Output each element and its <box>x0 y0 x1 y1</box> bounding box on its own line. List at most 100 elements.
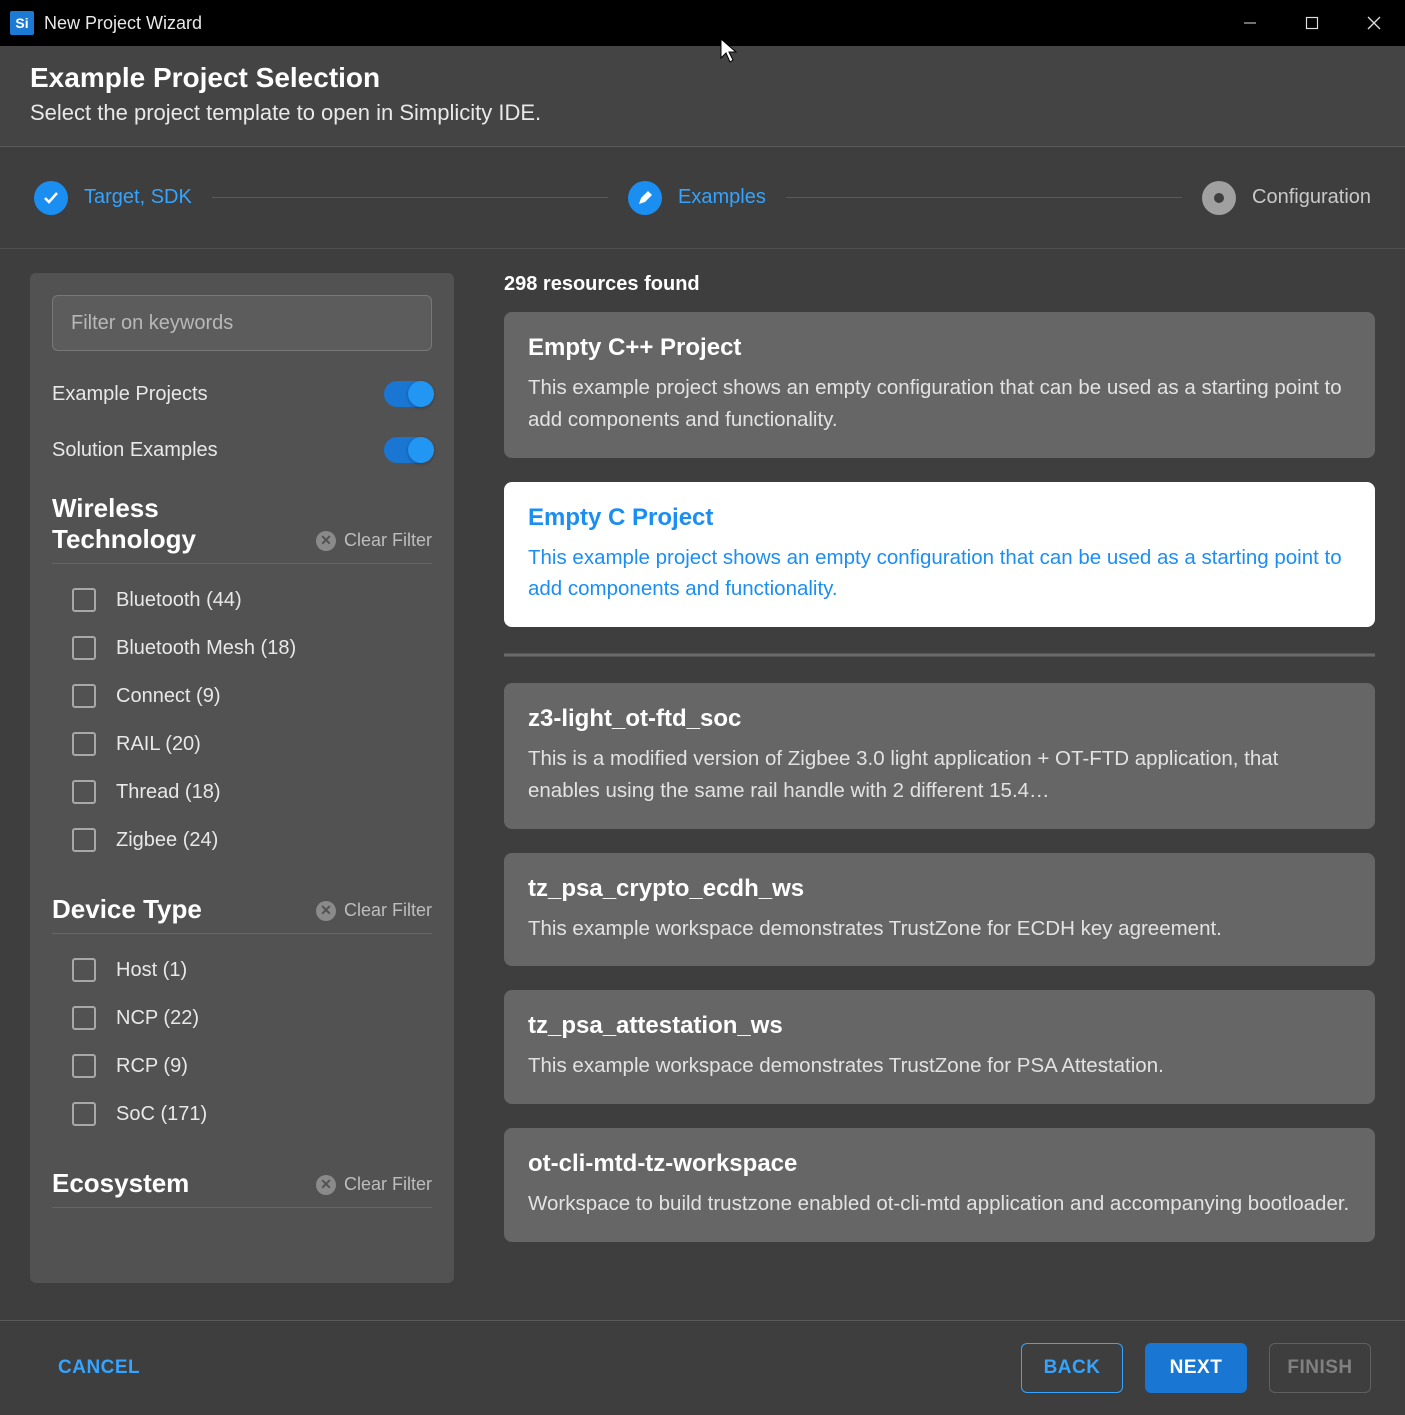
filter-item[interactable]: Host (1) <box>52 946 432 994</box>
main-content: Example Projects Solution Examples Wirel… <box>0 249 1405 1349</box>
card-title: Empty C++ Project <box>528 334 1351 362</box>
filter-group: Device Type ✕ Clear Filter Host (1) NCP (22)… <box>52 894 432 1138</box>
toggle-switch[interactable] <box>384 381 432 407</box>
card-description: This example workspace demonstrates Trus… <box>528 1050 1351 1082</box>
checkbox[interactable] <box>72 1102 96 1126</box>
edit-icon <box>628 181 662 215</box>
filter-item[interactable]: Bluetooth (44) <box>52 576 432 624</box>
checkbox[interactable] <box>72 780 96 804</box>
result-card[interactable]: z3-light_ot-ftd_soc This is a modified ve… <box>504 683 1375 829</box>
stepper-line <box>212 197 608 198</box>
card-description: This example workspace demonstrates Trus… <box>528 913 1351 945</box>
filter-item[interactable]: RCP (9) <box>52 1042 432 1090</box>
card-title: ot-cli-mtd-tz-workspace <box>528 1150 1351 1178</box>
clear-filter-button[interactable]: ✕ Clear Filter <box>316 1174 432 1195</box>
checkbox[interactable] <box>72 1006 96 1030</box>
keyword-filter-input[interactable] <box>52 295 432 351</box>
cancel-button[interactable]: CANCEL <box>34 1343 164 1393</box>
window-title: New Project Wizard <box>44 13 202 34</box>
step-examples[interactable]: Examples <box>628 181 766 215</box>
toggle-label: Example Projects <box>52 383 208 406</box>
next-button[interactable]: NEXT <box>1145 1343 1247 1393</box>
close-icon: ✕ <box>316 531 336 551</box>
filter-item-label: RCP (9) <box>116 1055 188 1078</box>
filter-item[interactable]: Bluetooth Mesh (18) <box>52 624 432 672</box>
clear-filter-label: Clear Filter <box>344 1174 432 1195</box>
filter-group: Ecosystem ✕ Clear Filter <box>52 1168 432 1220</box>
step-configuration: Configuration <box>1202 181 1371 215</box>
checkbox[interactable] <box>72 684 96 708</box>
step-label: Examples <box>678 186 766 209</box>
finish-button: FINISH <box>1269 1343 1371 1393</box>
check-icon <box>34 181 68 215</box>
clear-filter-label: Clear Filter <box>344 530 432 551</box>
card-title: tz_psa_attestation_ws <box>528 1012 1351 1040</box>
card-title: Empty C Project <box>528 504 1351 532</box>
checkbox[interactable] <box>72 732 96 756</box>
filter-item-label: Host (1) <box>116 959 187 982</box>
filter-item-label: Thread (18) <box>116 781 221 804</box>
filter-item[interactable]: Zigbee (24) <box>52 816 432 864</box>
filter-group-title: Ecosystem <box>52 1168 189 1199</box>
checkbox[interactable] <box>72 958 96 982</box>
stepper: Target, SDK Examples Configuration <box>0 147 1405 249</box>
checkbox[interactable] <box>72 588 96 612</box>
result-card[interactable]: tz_psa_attestation_ws This example worksp… <box>504 990 1375 1104</box>
card-description: Workspace to build trustzone enabled ot-… <box>528 1188 1351 1220</box>
close-button[interactable] <box>1343 0 1405 46</box>
filter-group-title: Device Type <box>52 894 202 925</box>
titlebar: Si New Project Wizard <box>0 0 1405 46</box>
results-panel: 298 resources found Empty C++ Project Thi… <box>504 273 1375 1349</box>
header: Example Project Selection Select the pro… <box>0 46 1405 147</box>
filter-item[interactable]: Thread (18) <box>52 768 432 816</box>
maximize-button[interactable] <box>1281 0 1343 46</box>
back-button[interactable]: BACK <box>1021 1343 1123 1393</box>
separator <box>504 653 1375 657</box>
result-card[interactable]: Empty C++ Project This example project sh… <box>504 312 1375 458</box>
stepper-line <box>786 197 1182 198</box>
clear-filter-label: Clear Filter <box>344 900 432 921</box>
step-label: Target, SDK <box>84 186 192 209</box>
card-description: This example project shows an empty conf… <box>528 542 1351 606</box>
close-icon: ✕ <box>316 901 336 921</box>
checkbox[interactable] <box>72 828 96 852</box>
page-subtitle: Select the project template to open in S… <box>30 100 1375 126</box>
card-title: z3-light_ot-ftd_soc <box>528 705 1351 733</box>
filter-group-title: Wireless Technology <box>52 493 280 555</box>
card-title: tz_psa_crypto_ecdh_ws <box>528 875 1351 903</box>
checkbox[interactable] <box>72 636 96 660</box>
close-icon: ✕ <box>316 1175 336 1195</box>
filter-item-label: Bluetooth Mesh (18) <box>116 637 296 660</box>
toggle-solution-examples[interactable]: Solution Examples <box>52 437 432 463</box>
page-title: Example Project Selection <box>30 62 1375 94</box>
step-label: Configuration <box>1252 186 1371 209</box>
app-logo: Si <box>10 11 34 35</box>
step-target-sdk[interactable]: Target, SDK <box>34 181 192 215</box>
results-list: Empty C++ Project This example project sh… <box>504 312 1375 1242</box>
filter-item[interactable]: RAIL (20) <box>52 720 432 768</box>
toggle-label: Solution Examples <box>52 439 218 462</box>
card-description: This example project shows an empty conf… <box>528 372 1351 436</box>
footer: CANCEL BACK NEXT FINISH <box>0 1320 1405 1415</box>
toggle-switch[interactable] <box>384 437 432 463</box>
filter-item-label: SoC (171) <box>116 1103 207 1126</box>
result-card[interactable]: tz_psa_crypto_ecdh_ws This example worksp… <box>504 853 1375 967</box>
filter-item-label: Connect (9) <box>116 685 221 708</box>
filter-item-label: Bluetooth (44) <box>116 589 242 612</box>
checkbox[interactable] <box>72 1054 96 1078</box>
filter-panel: Example Projects Solution Examples Wirel… <box>30 273 454 1283</box>
filter-item[interactable]: SoC (171) <box>52 1090 432 1138</box>
results-count: 298 resources found <box>504 273 1375 296</box>
filter-item[interactable]: Connect (9) <box>52 672 432 720</box>
pending-icon <box>1202 181 1236 215</box>
result-card[interactable]: ot-cli-mtd-tz-workspace Workspace to buil… <box>504 1128 1375 1242</box>
toggle-example-projects[interactable]: Example Projects <box>52 381 432 407</box>
clear-filter-button[interactable]: ✕ Clear Filter <box>316 530 432 551</box>
filter-group: Wireless Technology ✕ Clear Filter Bluetoot… <box>52 493 432 864</box>
card-description: This is a modified version of Zigbee 3.0… <box>528 743 1351 807</box>
clear-filter-button[interactable]: ✕ Clear Filter <box>316 900 432 921</box>
filter-item-label: Zigbee (24) <box>116 829 218 852</box>
minimize-button[interactable] <box>1219 0 1281 46</box>
filter-item[interactable]: NCP (22) <box>52 994 432 1042</box>
result-card[interactable]: Empty C Project This example project show… <box>504 482 1375 628</box>
